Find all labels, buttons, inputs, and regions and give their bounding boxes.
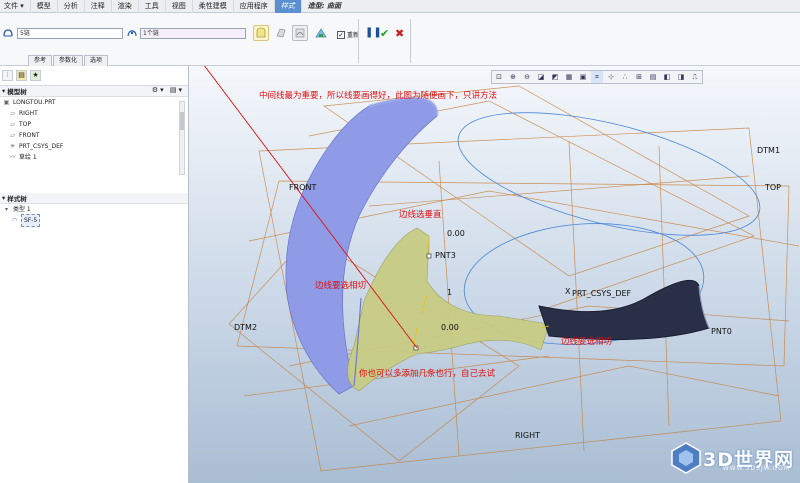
menu-flexible-modeling[interactable]: 柔性建模 — [193, 0, 234, 13]
tree-item-label: PRT_CSYS_DEF — [19, 143, 64, 150]
style-tree-title: 样式树 — [7, 195, 27, 203]
style-tree-header[interactable]: ▾ 样式树 — [0, 193, 188, 204]
point-handle — [426, 253, 432, 259]
datum-plane-icon: ▱ — [10, 110, 15, 117]
note-edge-tangent-right: 边线要选相切 — [561, 336, 612, 347]
dim-mid: 1 — [447, 288, 452, 297]
menu-applications[interactable]: 应用程序 — [234, 0, 275, 13]
surface-dashboard: 5链 1个链 ✓ 重新 ❚❚ ✔ ✖ 参考 参数化 选项 — [0, 13, 800, 66]
label-dtm2: DTM2 — [234, 323, 257, 332]
tree-item-label: SF-5 — [21, 214, 41, 227]
coordinate-system-icon: ✳ — [9, 143, 16, 150]
cancel-x-icon[interactable]: ✖ — [395, 27, 404, 40]
tree-settings-icon[interactable]: ⚙▾ ▤▾ — [152, 86, 184, 94]
dim-low: 0.00 — [441, 323, 459, 332]
divider — [410, 19, 411, 63]
tree-item-part[interactable]: ▣ LONGTOU.PRT — [2, 97, 188, 108]
tree-item-label: TOP — [19, 121, 32, 128]
collapse-icon[interactable]: ▾ — [2, 87, 5, 95]
label-csys-x: X — [565, 287, 571, 296]
scrollbar-thumb[interactable] — [180, 112, 184, 130]
menu-file[interactable]: 文件 ▾ — [0, 0, 31, 13]
expand-icon: ▾ — [4, 206, 8, 213]
tree-item-front[interactable]: ▱ FRONT — [2, 130, 188, 141]
watermark-url: WWW.3DSJW.COM — [722, 465, 790, 472]
sketch-icon: 〰 — [9, 154, 16, 161]
part-icon: ▣ — [3, 99, 10, 106]
apply-check-icon[interactable]: ✔ — [380, 27, 389, 40]
model-tree-title: 模型树 — [7, 88, 27, 96]
trim-button[interactable] — [273, 25, 289, 41]
tree-item-label: 草绘 1 — [19, 154, 37, 161]
note-add-more: 你也可以多添加几条也行，自己去试 — [359, 368, 496, 379]
graphics-window[interactable]: ⊡ ⊕ ⊖ ◪ ◩ ▦ ▣ ⌗ ⊹ ∴ ⊞ ▤ ◧ ◨ ⎍ DTM1 TOP F… — [189, 66, 800, 483]
menu-annotate[interactable]: 注释 — [85, 0, 112, 13]
label-front: FRONT — [289, 183, 316, 192]
surface-boundary-icon[interactable] — [3, 28, 13, 38]
menu-style[interactable]: 样式 — [274, 0, 302, 13]
surface-icon: ◠ — [11, 217, 18, 224]
note-main: 中间线最为重要，所以线要画得好，此图为随便画下，只讲方法 — [259, 90, 497, 101]
menu-analysis[interactable]: 分析 — [58, 0, 85, 13]
label-pnt0: PNT0 — [711, 327, 732, 336]
model-tree-header[interactable]: ▾ 模型树 ⚙▾ ▤▾ — [0, 86, 188, 97]
label-top: TOP — [764, 183, 781, 192]
internal-curve-icon[interactable] — [127, 28, 137, 38]
collapse-icon[interactable]: ▾ — [2, 194, 5, 202]
label-csys: PRT_CSYS_DEF — [572, 289, 632, 298]
tab-options[interactable]: 选项 — [84, 55, 109, 66]
favorites-icon[interactable]: ★ — [30, 70, 41, 81]
tree-item-sf5[interactable]: ◠ SF-5 — [2, 214, 188, 227]
context-title: 造型: 曲面 — [307, 1, 341, 10]
label-dtm1: DTM1 — [757, 146, 780, 155]
menu-tools[interactable]: 工具 — [139, 0, 166, 13]
model-tree: ▣ LONGTOU.PRT ▱ RIGHT ▱ TOP ▱ FRONT ✳ PRT_CSY… — [0, 97, 188, 193]
tree-item-label: RIGHT — [19, 110, 38, 117]
label-right: RIGHT — [515, 431, 540, 440]
menu-view[interactable]: 视图 — [166, 0, 193, 13]
note-edge-tangent-left: 边线要选相切 — [315, 280, 366, 291]
watermark: 3D世界网 WWW.3DSJW.COM — [669, 441, 794, 475]
tree-item-label: FRONT — [19, 132, 40, 139]
style-tree: ▾ 类型 1 ◠ SF-5 — [0, 204, 188, 227]
folder-browser-icon[interactable]: ▤ — [16, 70, 27, 81]
tree-item-label: LONGTOU.PRT — [13, 99, 56, 106]
navigator-panel: ⫶ ▤ ★ ▾ 模型树 ⚙▾ ▤▾ ▣ LONGTOU.PRT ▱ RIGHT ▱ T… — [0, 66, 189, 483]
navigator-toolbar: ⫶ ▤ ★ — [0, 66, 188, 86]
dim-top: 0.00 — [447, 229, 465, 238]
layer-tree-icon[interactable]: ⫶ — [2, 70, 13, 81]
label-pnt3: PNT3 — [435, 251, 456, 260]
menu-model[interactable]: 模型 — [31, 0, 58, 13]
primary-curves-collector[interactable]: 5链 — [17, 28, 123, 39]
checkbox-box[interactable]: ✓ — [337, 30, 345, 39]
tree-item-top[interactable]: ▱ TOP — [2, 119, 188, 130]
tree-item-right[interactable]: ▱ RIGHT — [2, 108, 188, 119]
datum-plane-icon: ▱ — [10, 132, 15, 139]
tree-item-csys[interactable]: ✳ PRT_CSYS_DEF — [2, 141, 188, 152]
dashboard-tabs: 参考 参数化 选项 — [28, 55, 109, 66]
internal-curves-collector[interactable]: 1个链 — [140, 28, 246, 39]
deviation-button[interactable] — [292, 25, 308, 41]
tree-item-sketch[interactable]: 〰草绘 1 — [2, 152, 188, 163]
divider — [358, 19, 359, 63]
menu-bar: 文件 ▾ 模型 分析 注释 渲染 工具 视图 柔性建模 应用程序 样式 造型: … — [0, 0, 800, 13]
rebuild-checkbox[interactable]: ✓ 重新 — [337, 30, 359, 39]
watermark-logo-icon — [671, 442, 701, 474]
model-tree-scrollbar[interactable] — [179, 101, 185, 175]
tab-parameterization[interactable]: 参数化 — [53, 55, 84, 66]
surface-connect-button[interactable] — [253, 25, 269, 41]
model-canvas[interactable]: DTM1 TOP FRONT DTM2 PNT3 PNT0 PRT_CSYS_D… — [189, 66, 800, 483]
surface-analysis-button[interactable] — [313, 25, 329, 41]
menu-render[interactable]: 渲染 — [112, 0, 139, 13]
datum-plane-icon: ▱ — [10, 121, 15, 128]
tab-references[interactable]: 参考 — [28, 55, 53, 66]
note-edge-vertical: 边线选垂直 — [399, 209, 442, 220]
